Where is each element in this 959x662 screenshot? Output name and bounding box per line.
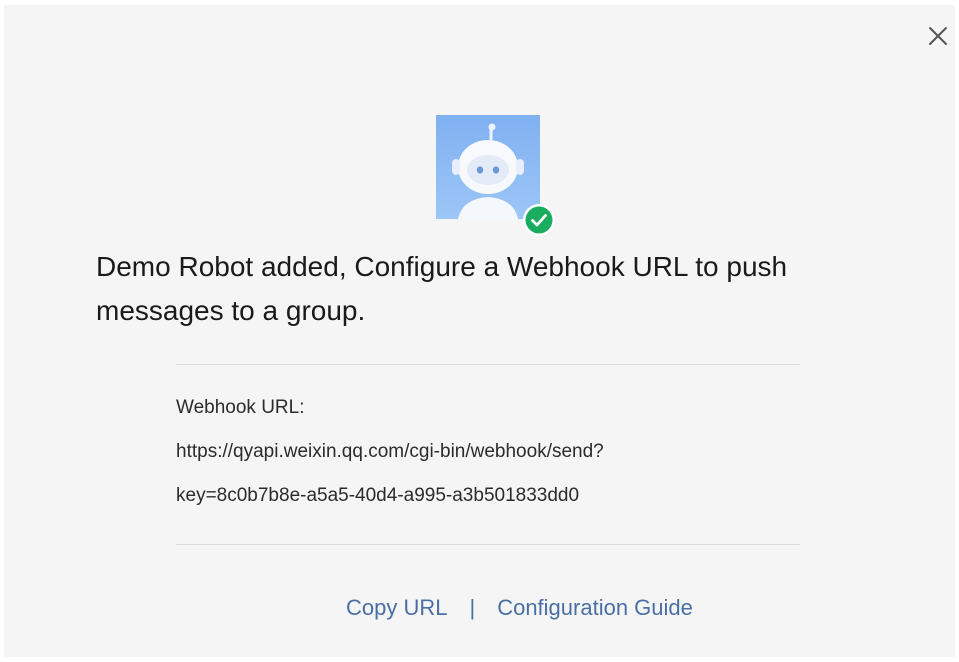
webhook-url-line-1: https://qyapi.weixin.qq.com/cgi-bin/webh… bbox=[176, 441, 604, 462]
robot-added-dialog: Demo Robot added, Configure a Webhook UR… bbox=[4, 5, 955, 657]
webhook-info: Webhook URL: https://qyapi.weixin.qq.com… bbox=[176, 386, 800, 518]
success-headline: Demo Robot added, Configure a Webhook UR… bbox=[96, 251, 788, 326]
configuration-guide-link[interactable]: Configuration Guide bbox=[497, 595, 693, 620]
check-circle-icon bbox=[523, 204, 555, 236]
webhook-label: Webhook URL: bbox=[176, 397, 305, 418]
action-separator: | bbox=[469, 595, 476, 620]
top-divider bbox=[176, 364, 800, 365]
webhook-url-line-2: key=8c0b7b8e-a5a5-40d4-a995-a3b501833dd0 bbox=[176, 485, 580, 506]
copy-url-link[interactable]: Copy URL bbox=[346, 595, 447, 620]
bottom-divider bbox=[176, 544, 800, 545]
robot-avatar bbox=[436, 115, 555, 236]
dialog-actions: Copy URL | Configuration Guide bbox=[346, 588, 693, 628]
close-icon[interactable] bbox=[926, 24, 950, 48]
